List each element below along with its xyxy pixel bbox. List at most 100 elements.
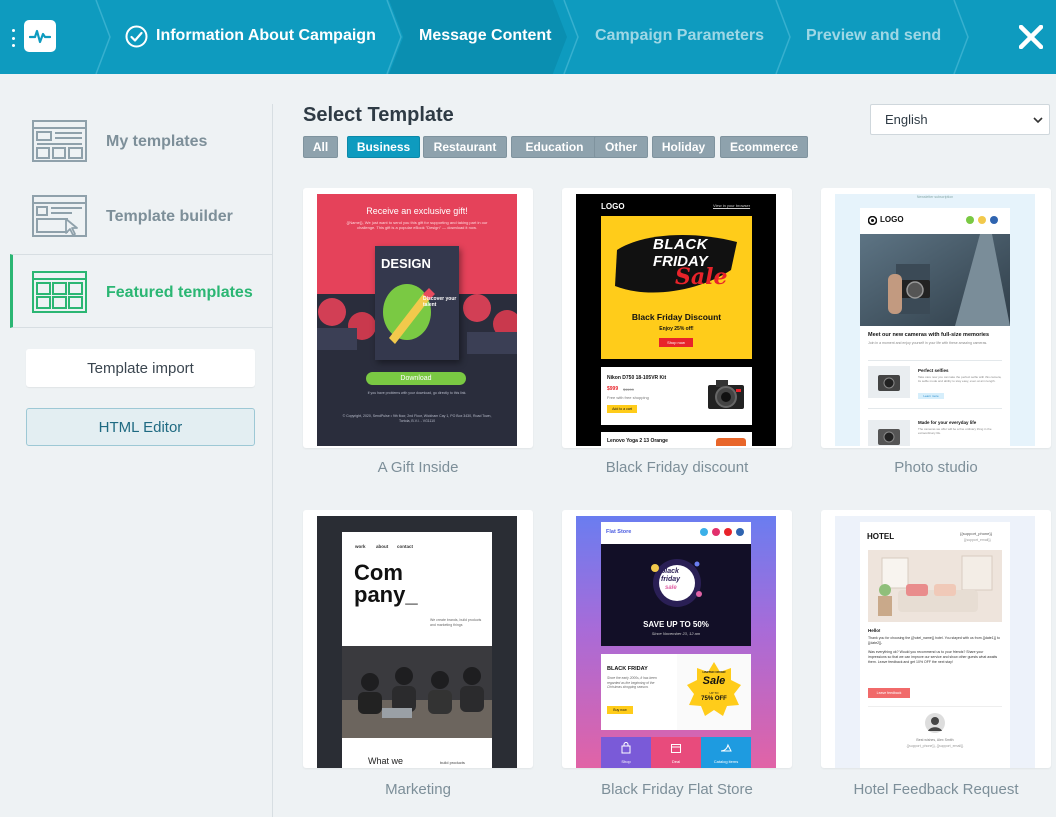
template-builder-icon [32,195,87,237]
instagram-icon [712,528,720,536]
thumb-product-row-2: Lenovo Yoga 2 13 Orange [601,432,752,446]
app-logo-icon[interactable] [24,20,56,52]
thumb-email: {{support_email}} [964,538,991,542]
template-name[interactable]: Black Friday Flat Store [562,780,792,800]
template-thumbnail: LOGO View in your browser BLACK FRIDAY S… [576,194,776,446]
thumb-body: {{Name}}, We just want to send you this … [346,220,488,230]
thumb-tile-shop: Shop [601,737,651,768]
pencil-icon [383,284,435,344]
template-thumbnail: work about contact Com pany_ We create b… [317,516,517,768]
thumb-headline-1: Com [354,560,403,585]
thumb-tile-label: Shop [621,759,631,764]
thumb-logo: LOGO [880,215,904,224]
filter-business[interactable]: Business [347,136,420,158]
thumb-f2-title: Made for your everyday life [918,420,977,425]
thumb-limited: LIMITED OFFER [702,670,726,674]
template-card-gift-inside[interactable]: Receive an exclusive gift! {{Name}}, We … [303,188,533,448]
youtube-icon [724,528,732,536]
thumb-product1: Nikon D750 18-105VR Kit [607,375,667,381]
language-value: English [885,112,928,127]
wizard-bar: Information About Campaign Message Conte… [0,0,1056,74]
thumb-browser-link: View in your browser [713,203,751,208]
template-layout-icon [32,120,87,162]
template-thumbnail: Receive an exclusive gift! {{Name}}, We … [317,194,517,446]
sidebar-divider [272,104,273,817]
filter-restaurant[interactable]: Restaurant [423,136,507,158]
sidebar-item-featured-templates[interactable]: Featured templates [10,254,272,328]
twitter-icon [700,528,708,536]
thumb-badge-sale: sale [665,585,677,591]
page-title: Select Template [303,104,454,126]
thumb-product1-price: $999 [607,386,619,392]
thumb-product1-shipping: Free with free shopping [607,395,649,400]
template-card-photo-studio[interactable]: Newsletter subscription LOGO Meet our ne… [821,188,1051,448]
template-name[interactable]: Photo studio [821,458,1051,478]
thumb-page: HOTEL {{support_phone}} {{support_email}… [860,522,1010,768]
thumb-bf-title: BLACK FRIDAY [607,666,648,672]
thumb-badge-friday: friday [661,576,681,583]
avatar [925,713,945,733]
step-preview-send[interactable]: Preview and send [806,25,941,47]
thumb-f2-text: The cameras we offer will be a fine ordi… [918,427,992,435]
thumb-nav-work: work [355,544,366,549]
template-card-marketing[interactable]: work about contact Com pany_ We create b… [303,510,533,768]
thumb-download-button: Download [366,372,466,385]
filter-all[interactable]: All [303,136,338,158]
menu-dots-icon[interactable] [11,29,15,47]
thumb-f1-title: Perfect selfies [918,368,949,373]
thumb-divider [868,706,1002,707]
template-card-hotel-feedback[interactable]: HOTEL {{support_phone}} {{support_email}… [821,510,1051,768]
html-editor-button[interactable]: HTML Editor [26,408,255,446]
thumb-section-subtitle: build products [440,760,465,765]
template-thumbnail: Newsletter subscription LOGO Meet our ne… [835,194,1035,446]
thumb-sign: Best wishes, Alex Smith [916,738,954,742]
thumb-pct: 75% OFF [701,696,727,702]
filter-other[interactable]: Other [594,136,648,158]
social-icon [990,216,998,224]
thumb-section: What we build products [342,738,492,768]
thumb-p1: Thank you for choosing the {{hotel_name}… [868,636,1000,645]
language-select[interactable]: English [870,104,1050,135]
filter-ecommerce[interactable]: Ecommerce [720,136,808,158]
thumb-offer: Enjoy 25% off! [659,326,694,332]
thumb-tagline: We create brands, build products and mar… [430,618,482,627]
thumb-f1-text: Take care now you can take the perfect s… [918,375,1002,383]
thumb-divider [868,360,1002,361]
sidebar-item-label: My templates [106,133,208,150]
template-thumbnail: Flat Store black friday sale SAVE UP TO … [576,516,776,768]
camera-icon [868,420,910,446]
thumb-sale: Sale [702,675,726,687]
template-name[interactable]: Black Friday discount [562,458,792,478]
step-message-content[interactable]: Message Content [419,25,551,47]
bag-icon [621,742,631,754]
sidebar-item-template-builder[interactable]: Template builder [10,179,272,253]
filter-holiday[interactable]: Holiday [652,136,715,158]
camera-icon [708,380,744,409]
thumb-tile-catalog: Catalog items [701,737,751,768]
thumb-sale-burst [687,662,741,716]
thumb-discount: Black Friday Discount [631,312,722,322]
step-campaign-info[interactable]: Information About Campaign [156,25,376,47]
template-import-button[interactable]: Template import [26,349,255,387]
thumb-footer: © Copyright, 2020, SendPulse • 9th floor… [342,414,492,423]
thumb-product1-old-price: $1199 [623,387,634,392]
facebook-icon [736,528,744,536]
thumb-cart-button: Add to a cart [607,405,637,413]
template-name[interactable]: Hotel Feedback Request [821,780,1051,800]
thumb-hero-photo [860,234,1010,326]
check-circle-icon [125,25,148,48]
template-thumbnail: HOTEL {{support_phone}} {{support_email}… [835,516,1035,768]
template-name[interactable]: A Gift Inside [303,458,533,478]
template-card-black-friday-discount[interactable]: LOGO View in your browser BLACK FRIDAY S… [562,188,792,448]
template-card-black-friday-flat-store[interactable]: Flat Store black friday sale SAVE UP TO … [562,510,792,768]
thumb-header: Flat Store [601,522,751,544]
filter-education[interactable]: Education [511,136,598,158]
close-icon[interactable] [1014,21,1048,53]
sidebar-item-my-templates[interactable]: My templates [10,104,272,178]
chevron-down-icon [1033,117,1043,124]
thumb-save: SAVE UP TO 50% [643,620,709,629]
template-name[interactable]: Marketing [303,780,533,800]
step-campaign-parameters[interactable]: Campaign Parameters [595,25,764,47]
thumb-bf-section: BLACK FRIDAY Since the early 2000s, it h… [601,654,751,730]
thumb-buy-button: Buy now [607,706,633,714]
